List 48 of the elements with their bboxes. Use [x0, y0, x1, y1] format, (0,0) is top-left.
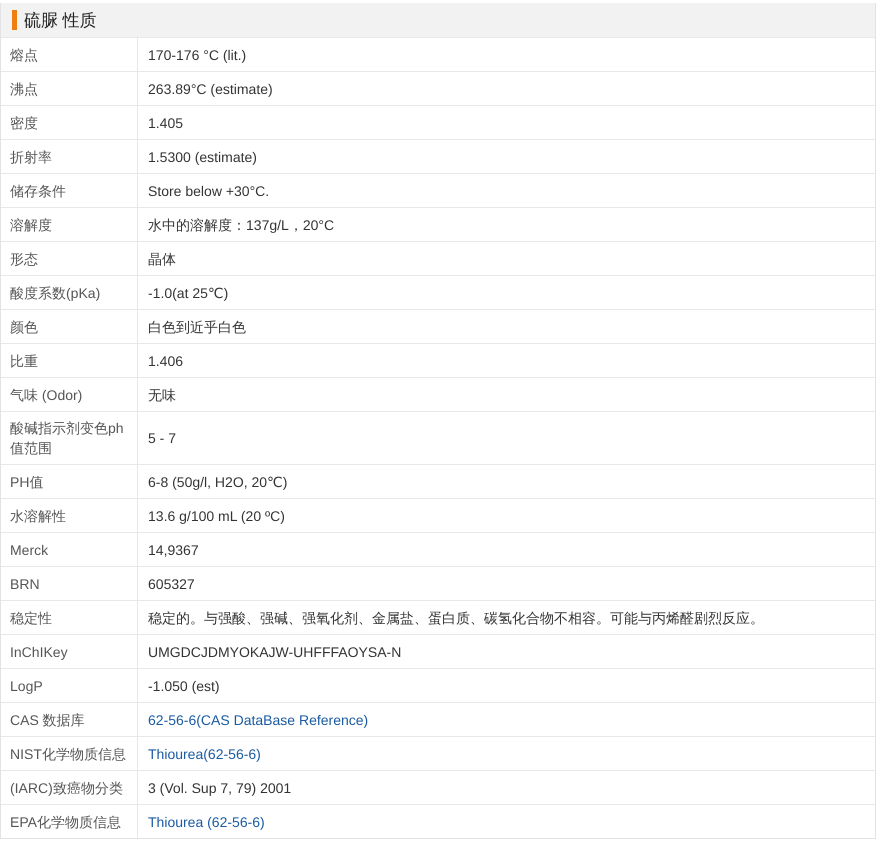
property-label: LogP — [1, 669, 138, 702]
property-value: Store below +30°C. — [148, 182, 270, 200]
property-label: 沸点 — [1, 72, 138, 105]
property-value: -1.0(at 25℃) — [148, 284, 228, 302]
property-value: 1.5300 (estimate) — [148, 148, 257, 166]
property-value: 5 - 7 — [148, 429, 176, 448]
property-label: 熔点 — [1, 38, 138, 71]
property-label: 密度 — [1, 106, 138, 139]
property-label: 颜色 — [1, 310, 138, 343]
property-label: 气味 (Odor) — [1, 378, 138, 411]
property-label: NIST化学物质信息 — [1, 737, 138, 770]
property-label: 储存条件 — [1, 174, 138, 207]
property-value: -1.050 (est) — [148, 676, 220, 696]
property-label: 形态 — [1, 242, 138, 275]
reference-link[interactable]: Thiourea (62-56-6) — [148, 812, 265, 832]
property-label: 折射率 — [1, 140, 138, 173]
property-value: 白色到近乎白色 — [148, 318, 246, 336]
property-value: 1.405 — [148, 114, 184, 132]
property-value: 晶体 — [148, 250, 176, 268]
property-value: 6-8 (50g/l, H2O, 20℃) — [148, 472, 288, 492]
reference-link[interactable]: Thiourea(62-56-6) — [148, 744, 261, 764]
property-value: 1.406 — [148, 352, 184, 370]
property-label: 稳定性 — [1, 601, 138, 634]
section-title: 硫脲 性质 — [24, 10, 97, 32]
property-label: 比重 — [1, 344, 138, 377]
property-label: EPA化学物质信息 — [1, 805, 138, 838]
property-label: BRN — [1, 567, 138, 600]
property-value: UMGDCJDMYOKAJW-UHFFFAOYSA-N — [148, 642, 402, 662]
property-value: 水中的溶解度：137g/L，20°C — [148, 216, 334, 234]
property-value: 170-176 °C (lit.) — [148, 46, 246, 64]
property-label: PH值 — [1, 465, 138, 498]
property-label: 溶解度 — [1, 208, 138, 241]
property-value: 稳定的。与强酸、强碱、强氧化剂、金属盐、蛋白质、碳氢化合物不相容。可能与丙烯醛剧烈反应。 — [148, 608, 764, 628]
property-label: Merck — [1, 533, 138, 566]
property-label: 酸度系数(pKa) — [1, 276, 138, 309]
property-value: 13.6 g/100 mL (20 ºC) — [148, 506, 285, 526]
property-value: 3 (Vol. Sup 7, 79) 2001 — [148, 778, 292, 798]
property-value: 605327 — [148, 574, 195, 594]
property-value: 14,9367 — [148, 540, 199, 560]
property-label: (IARC)致癌物分类 — [1, 771, 138, 804]
property-label: 酸碱指示剂变色ph值范围 — [1, 412, 138, 464]
property-label: CAS 数据库 — [1, 703, 138, 736]
property-value: 无味 — [148, 386, 176, 404]
property-label: InChIKey — [1, 635, 138, 668]
accent-bar — [12, 10, 17, 30]
property-label: 水溶解性 — [1, 499, 138, 532]
property-value: 263.89°C (estimate) — [148, 80, 273, 98]
reference-link[interactable]: 62-56-6(CAS DataBase Reference) — [148, 710, 368, 730]
